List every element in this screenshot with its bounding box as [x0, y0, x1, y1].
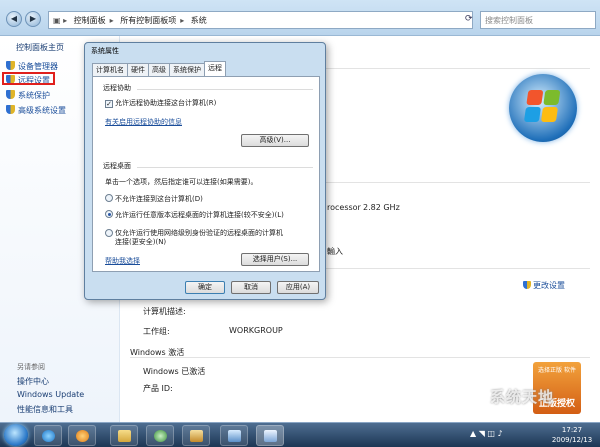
pen-touch-text: 輸入	[327, 247, 343, 256]
taskbar-clock[interactable]: 17:27 2009/12/13	[548, 425, 596, 445]
control-panel-home-link[interactable]: 控制面板主页	[16, 42, 64, 53]
refresh-icon[interactable]: ⟳	[465, 14, 473, 24]
remote-assistance-info-link[interactable]: 有关启用远程协助的信息	[105, 117, 182, 127]
breadcrumb-root-icon: ▣ ▸	[53, 16, 68, 25]
red-highlight-box	[2, 72, 55, 85]
performance-info-link[interactable]: 性能信息和工具	[17, 404, 73, 415]
radio-icon	[105, 194, 113, 202]
processor-speed: 2.82 GHz	[363, 203, 400, 212]
ok-button[interactable]: 确定	[185, 281, 225, 294]
breadcrumb-separator-icon: ▸	[180, 16, 185, 25]
breadcrumb-system[interactable]: 系统	[191, 16, 207, 25]
remote-desktop-heading: 远程桌面	[103, 162, 131, 170]
remote-tab-panel: 远程协助 ✓ 允许远程协助连接这台计算机(R) 有关启用远程协助的信息 高级(V)…	[92, 76, 320, 272]
address-bar[interactable]: ▣ ▸ 控制面板 ▸ 所有控制面板项 ▸ 系统	[48, 11, 473, 29]
computer-description-label: 计算机描述:	[143, 307, 186, 316]
remote-desktop-instruction: 单击一个选项，然后指定谁可以连接(如果需要)。	[105, 178, 258, 186]
shield-icon	[6, 105, 15, 114]
tab-advanced[interactable]: 高级	[148, 63, 170, 76]
app-taskbar-icon[interactable]	[182, 425, 210, 446]
advanced-button[interactable]: 高级(V)...	[241, 134, 309, 147]
radio-label: 允许运行任意版本远程桌面的计算机连接(较不安全)(L)	[115, 211, 284, 219]
radio-selected-icon	[105, 210, 113, 218]
sidebar-item-label: 设备管理器	[18, 62, 58, 71]
system-properties-dialog: 系统属性 计算机名 硬件 高级 系统保护 远程 远程协助 ✓ 允许远程协助连接这台计算机(…	[84, 42, 326, 300]
notification-tray-icons[interactable]: ▲ ◥ ◫ ♪	[470, 429, 503, 438]
tab-remote[interactable]: 远程	[204, 61, 226, 76]
breadcrumb-separator-icon: ▸	[109, 16, 114, 25]
breadcrumb-all-items[interactable]: 所有控制面板项	[120, 16, 176, 25]
processor-text: rocessor	[327, 203, 361, 212]
shield-icon	[6, 90, 15, 99]
divider	[130, 357, 590, 358]
radio-allow-nla-only[interactable]: 仅允许运行使用网络级别身份验证的远程桌面的计算机连接(更安全)(N)	[105, 229, 285, 247]
radio-icon	[105, 229, 113, 237]
group-divider	[137, 167, 313, 168]
see-also-heading: 另请参阅	[17, 363, 45, 371]
cancel-button[interactable]: 取消	[231, 281, 271, 294]
dialog-tabs: 计算机名 硬件 高级 系统保护 远程	[92, 61, 226, 76]
radio-label: 仅允许运行使用网络级别身份验证的远程桌面的计算机连接(更安全)(N)	[115, 229, 283, 246]
site-watermark: 系统天地	[490, 388, 555, 406]
genuine-badge-top: 选择正版 软件	[538, 367, 576, 374]
windows-update-link[interactable]: Windows Update	[17, 390, 84, 399]
start-button-icon[interactable]	[4, 424, 28, 446]
explorer-titlebar: ◀ ▶ ▣ ▸ 控制面板 ▸ 所有控制面板项 ▸ 系统 ⟳ 搜索控制面板	[0, 0, 600, 36]
shield-icon	[6, 61, 15, 70]
product-id-label: 产品 ID:	[143, 384, 173, 393]
checkbox-label: 允许远程协助连接这台计算机(R)	[115, 99, 217, 107]
radio-deny-connections[interactable]: 不允许连接到这台计算机(D)	[105, 194, 203, 204]
sidebar-item-system-protection[interactable]: 系统保护	[6, 90, 50, 101]
browser-taskbar-icon[interactable]	[146, 425, 174, 446]
clock-time: 17:27	[561, 426, 583, 434]
system-properties-taskbar-icon[interactable]	[256, 425, 284, 446]
workgroup-value: WORKGROUP	[229, 326, 283, 335]
breadcrumb-control-panel[interactable]: 控制面板	[74, 16, 106, 25]
help-me-choose-link[interactable]: 帮助我选择	[105, 256, 140, 266]
sidebar-item-label: 高级系统设置	[18, 106, 66, 115]
action-center-link[interactable]: 操作中心	[17, 376, 49, 387]
ie-taskbar-icon[interactable]	[34, 425, 62, 446]
workgroup-label: 工作组:	[143, 327, 170, 336]
sidebar-item-advanced-settings[interactable]: 高级系统设置	[6, 105, 66, 116]
sidebar-item-device-manager[interactable]: 设备管理器	[6, 61, 58, 72]
control-panel-taskbar-icon[interactable]	[220, 425, 248, 446]
media-player-taskbar-icon[interactable]	[68, 425, 96, 446]
search-placeholder: 搜索控制面板	[485, 16, 533, 25]
select-users-button[interactable]: 选择用户(S)...	[241, 253, 309, 266]
tab-hardware[interactable]: 硬件	[127, 63, 149, 76]
remote-assistance-heading: 远程协助	[103, 84, 131, 92]
radio-label: 不允许连接到这台计算机(D)	[115, 195, 203, 203]
allow-remote-assistance-checkbox[interactable]: ✓ 允许远程协助连接这台计算机(R)	[105, 98, 216, 108]
tab-system-protection[interactable]: 系统保护	[169, 63, 205, 76]
sidebar-item-label: 系统保护	[18, 91, 50, 100]
forward-icon[interactable]: ▶	[25, 11, 41, 27]
shield-icon	[523, 281, 531, 289]
activation-status: Windows 已激活	[143, 367, 206, 376]
dialog-title: 系统属性	[91, 47, 119, 55]
change-settings-label: 更改设置	[533, 281, 565, 290]
tab-computer-name[interactable]: 计算机名	[92, 63, 128, 76]
radio-allow-any-version[interactable]: 允许运行任意版本远程桌面的计算机连接(较不安全)(L)	[105, 210, 284, 220]
clock-date: 2009/12/13	[551, 436, 593, 444]
change-settings-link[interactable]: 更改设置	[523, 280, 565, 291]
group-divider	[137, 89, 313, 90]
explorer-taskbar-icon[interactable]	[110, 425, 138, 446]
taskbar: ▲ ◥ ◫ ♪ 17:27 2009/12/13	[0, 422, 600, 447]
search-input[interactable]: 搜索控制面板	[480, 11, 596, 29]
back-icon[interactable]: ◀	[6, 11, 22, 27]
checkbox-checked-icon: ✓	[105, 100, 113, 108]
apply-button[interactable]: 应用(A)	[277, 281, 319, 294]
windows-flag-icon	[523, 90, 563, 124]
